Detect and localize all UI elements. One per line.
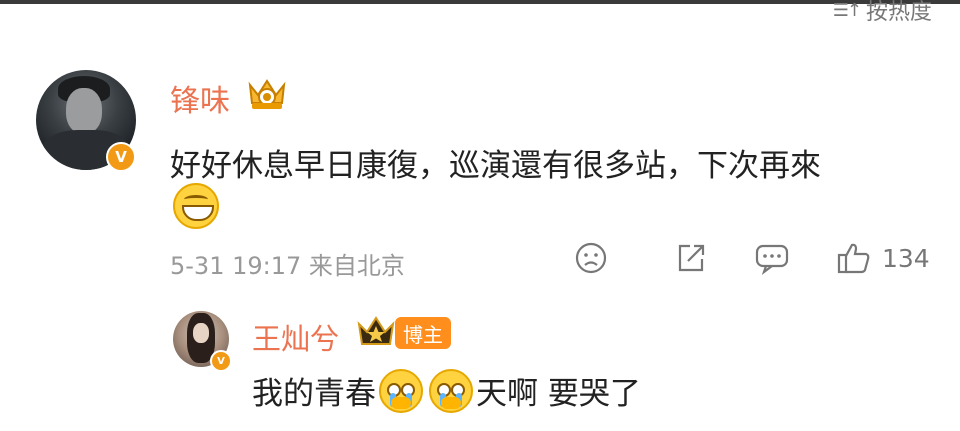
- like-button[interactable]: 134: [836, 241, 930, 275]
- comment-meta: 5-31 19:17 来自北京: [170, 246, 405, 281]
- reply-text-after: 天啊 要哭了: [476, 376, 641, 412]
- comment-username[interactable]: 锋味: [170, 76, 230, 120]
- author-badge: 博主: [395, 317, 451, 349]
- sad-face-icon: [575, 242, 607, 274]
- comment-time: 5-31 19:17: [170, 252, 302, 280]
- sort-icon: ☰↑: [832, 0, 862, 21]
- reply-text: 我的青春 天啊 要哭了: [252, 368, 641, 413]
- reply-text-before: 我的青春: [252, 376, 376, 412]
- sort-label: 按热度: [865, 0, 932, 25]
- crying-face-icon: [429, 368, 473, 413]
- crying-face-icon: [379, 368, 423, 413]
- comment-icon: [755, 244, 789, 275]
- top-border: [0, 0, 960, 4]
- comment-text: 好好休息早日康復，巡演還有很多站，下次再來: [170, 148, 821, 184]
- verified-badge-icon: V: [210, 350, 232, 372]
- share-button[interactable]: [674, 241, 708, 275]
- reply-button[interactable]: [754, 241, 790, 275]
- crown-icon: [248, 79, 286, 109]
- dislike-button[interactable]: [574, 241, 608, 275]
- thumbs-up-icon: [837, 243, 870, 274]
- like-count: 134: [882, 243, 930, 273]
- star-crown-icon: [357, 316, 395, 345]
- comment-location: 来自北京: [308, 252, 405, 280]
- grinning-face-icon: [173, 183, 219, 229]
- verified-badge-icon: V: [106, 142, 136, 172]
- share-icon: [678, 244, 705, 272]
- sort-button[interactable]: ☰↑ 按热度: [833, 0, 932, 26]
- reply-username[interactable]: 王灿兮: [252, 316, 339, 358]
